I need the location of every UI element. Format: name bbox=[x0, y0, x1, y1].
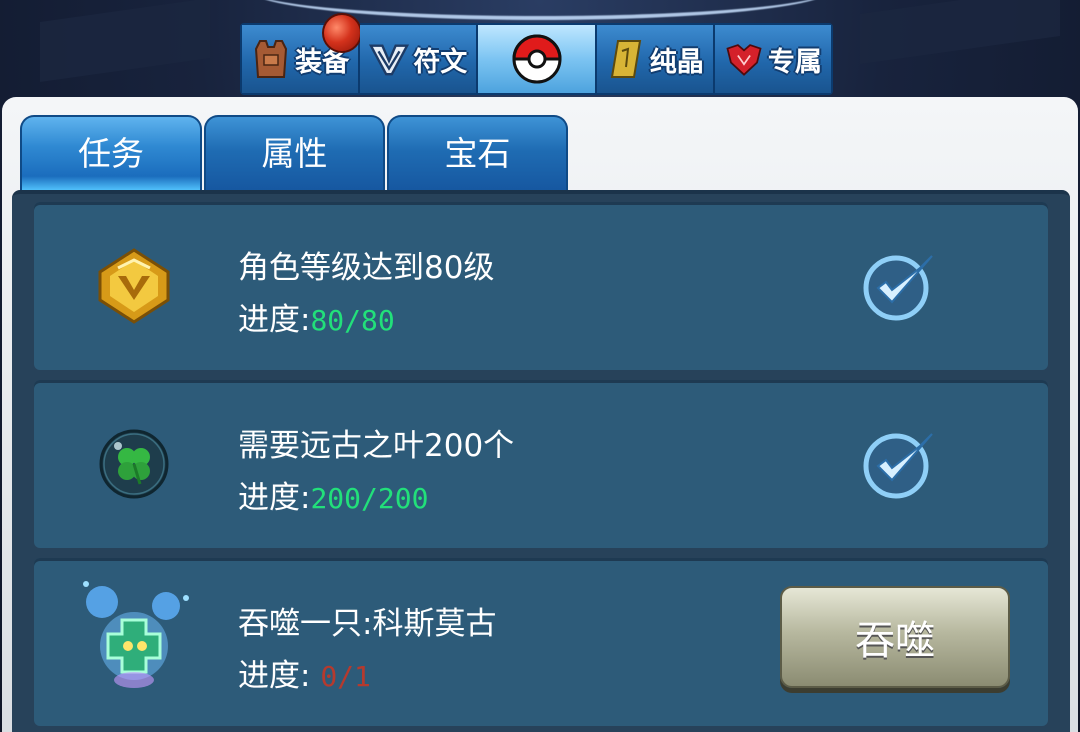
tab-tasks[interactable]: 任务 bbox=[20, 115, 202, 191]
task-list: 角色等级达到80级 进度:80/80 需要远古之叶200个 进度:200/200… bbox=[12, 190, 1070, 732]
devour-button[interactable]: 吞噬 bbox=[780, 586, 1010, 688]
category-exclusive[interactable]: 专属 bbox=[714, 25, 832, 93]
notification-dot bbox=[322, 13, 362, 53]
category-label: 专属 bbox=[767, 46, 822, 78]
task-progress: 进度:80/80 bbox=[238, 294, 395, 339]
progress-value: 0/1 bbox=[320, 660, 371, 693]
checkmark-icon bbox=[860, 250, 940, 322]
tab-gems[interactable]: 宝石 bbox=[387, 115, 568, 191]
task-title: 需要远古之叶200个 bbox=[238, 428, 515, 464]
category-equipment[interactable]: 装备 bbox=[242, 13, 362, 93]
category-rune[interactable]: 符文 bbox=[360, 25, 479, 93]
category-bar: 装备 符文 纯晶 专属 bbox=[240, 13, 833, 95]
category-pokeball[interactable] bbox=[478, 25, 597, 93]
cosmog-creature-icon bbox=[74, 576, 194, 696]
task-row: 需要远古之叶200个 进度:200/200 bbox=[34, 380, 1048, 548]
task-title: 吞噬一只:科斯莫古 bbox=[238, 606, 497, 642]
tab-bar: 任务 属性 宝石 bbox=[20, 115, 568, 191]
task-row: 角色等级达到80级 进度:80/80 bbox=[34, 202, 1048, 370]
task-title: 角色等级达到80级 bbox=[238, 250, 495, 286]
category-label: 符文 bbox=[413, 46, 468, 78]
main-panel: 任务 属性 宝石 角色等级达到80级 进度:80/80 需要远古之叶200个 进… bbox=[2, 97, 1078, 732]
task-progress: 进度: 0/1 bbox=[238, 650, 371, 695]
progress-value: 80/80 bbox=[310, 304, 395, 337]
category-label: 纯晶 bbox=[649, 46, 704, 78]
clover-leaf-icon bbox=[94, 424, 174, 504]
progress-label: 进度: bbox=[238, 480, 311, 516]
task-progress: 进度:200/200 bbox=[238, 472, 428, 517]
background-block bbox=[860, 0, 1060, 65]
gold-level-badge-icon bbox=[94, 246, 174, 326]
vest-icon bbox=[251, 36, 291, 82]
exclusive-armor-icon bbox=[724, 36, 764, 82]
rune-icon bbox=[369, 36, 410, 82]
background-block bbox=[40, 0, 210, 82]
progress-value: 200/200 bbox=[310, 482, 429, 515]
progress-label: 进度: bbox=[238, 658, 321, 694]
tab-attributes[interactable]: 属性 bbox=[204, 115, 385, 191]
crystal-icon bbox=[606, 36, 646, 82]
progress-label: 进度: bbox=[238, 302, 311, 338]
pokeball-icon bbox=[510, 32, 564, 86]
checkmark-icon bbox=[860, 428, 940, 500]
category-crystal[interactable]: 纯晶 bbox=[596, 25, 715, 93]
task-row: 吞噬一只:科斯莫古 进度: 0/1 吞噬 bbox=[34, 558, 1048, 726]
